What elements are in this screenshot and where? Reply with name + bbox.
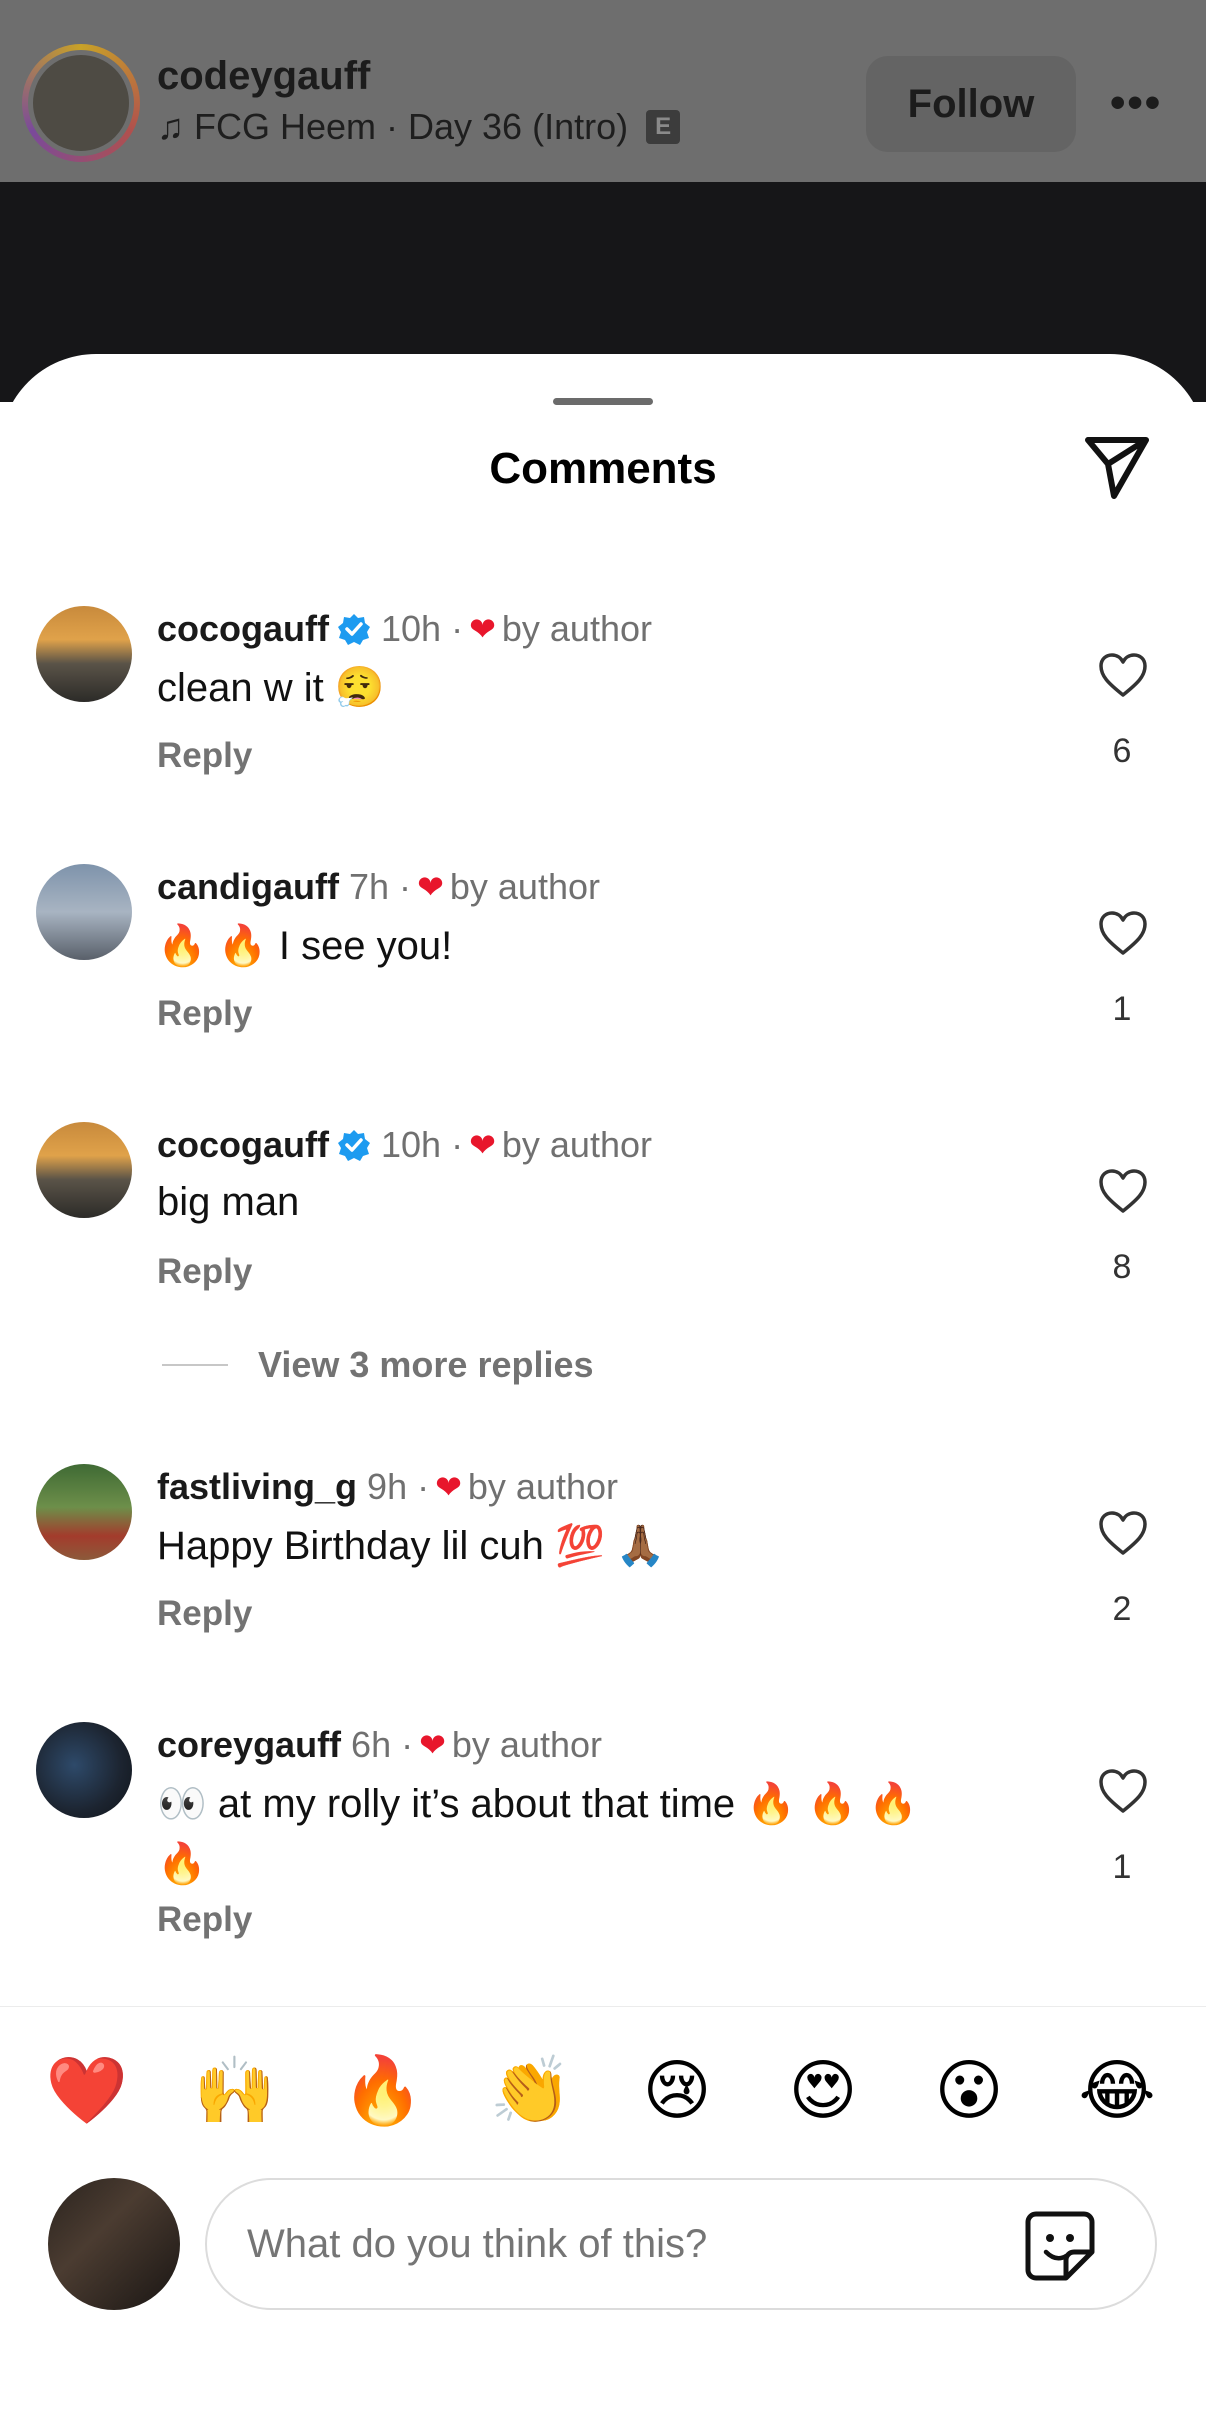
avatar[interactable] xyxy=(36,864,132,960)
like-count: 8 xyxy=(1112,1248,1132,1286)
comment-time: 10h · xyxy=(381,608,464,649)
song-title: FCG Heem · Day 36 (Intro) xyxy=(194,106,629,147)
comment-time: 7h · xyxy=(349,866,412,907)
share-icon[interactable] xyxy=(1082,434,1152,500)
current-user-avatar xyxy=(48,2178,180,2310)
comment-text: 👀 at my rolly it’s about that time 🔥 🔥 🔥 xyxy=(157,1782,918,1826)
reply-button[interactable]: Reply xyxy=(157,994,252,1034)
verified-badge-icon xyxy=(338,1130,371,1161)
comment-username[interactable]: fastliving_g xyxy=(157,1466,357,1508)
reaction-fire-icon[interactable]: 🔥 xyxy=(338,2050,428,2130)
reaction-heart-icon[interactable]: ❤️ xyxy=(42,2050,132,2130)
liked-by-author-label: by author xyxy=(467,1466,619,1507)
comment-text: Happy Birthday lil cuh 💯 🙏🏾 xyxy=(157,1524,666,1568)
more-options-icon[interactable]: ••• xyxy=(1110,78,1162,128)
comment-header: fastliving_g 9h · ❤ by author xyxy=(157,1466,618,1508)
like-heart-icon[interactable] xyxy=(1098,1168,1148,1214)
reaction-clap-icon[interactable]: 👏 xyxy=(486,2050,576,2130)
reply-button[interactable]: Reply xyxy=(157,1594,252,1634)
author-liked-heart-icon: ❤ xyxy=(469,1127,496,1163)
reply-button[interactable]: Reply xyxy=(157,736,252,776)
comment-header: coreygauff 6h · ❤ by author xyxy=(157,1724,602,1766)
like-count: 2 xyxy=(1112,1590,1132,1628)
author-liked-heart-icon: ❤ xyxy=(419,1727,446,1763)
view-more-replies-button[interactable]: View 3 more replies xyxy=(162,1344,594,1386)
reaction-raised-hands-icon[interactable]: 🙌 xyxy=(190,2050,280,2130)
sticker-icon[interactable] xyxy=(1022,2208,1098,2282)
avatar[interactable] xyxy=(36,1122,132,1218)
comment-username[interactable]: coreygauff xyxy=(157,1724,341,1766)
comment-username[interactable]: candigauff xyxy=(157,866,339,908)
comment-time: 10h · xyxy=(381,1124,464,1165)
comment-username[interactable]: cocogauff xyxy=(157,1124,329,1166)
avatar-image xyxy=(28,50,134,156)
liked-by-author-label: by author xyxy=(451,1724,603,1765)
post-author-username[interactable]: codeygauff xyxy=(157,54,370,99)
author-liked-heart-icon: ❤ xyxy=(469,611,496,647)
comment-text: 🔥 🔥 I see you! xyxy=(157,924,453,968)
view-more-replies-label: View 3 more replies xyxy=(258,1344,594,1385)
comment-text-continued: 🔥 xyxy=(157,1842,207,1886)
verified-badge-icon xyxy=(338,614,371,645)
reaction-surprised-icon[interactable]: 😮 xyxy=(924,2050,1014,2130)
follow-button[interactable]: Follow xyxy=(866,56,1076,152)
composer-divider xyxy=(0,2006,1206,2007)
comment-header: cocogauff 10h · ❤ by author xyxy=(157,1124,652,1166)
like-heart-icon[interactable] xyxy=(1098,1768,1148,1814)
post-song-info[interactable]: ♫ FCG Heem · Day 36 (Intro) E xyxy=(157,106,681,148)
thread-line xyxy=(162,1364,228,1366)
avatar[interactable] xyxy=(36,1464,132,1560)
reply-button[interactable]: Reply xyxy=(157,1252,252,1292)
author-liked-heart-icon: ❤ xyxy=(417,869,444,905)
comment-username[interactable]: cocogauff xyxy=(157,608,329,650)
like-heart-icon[interactable] xyxy=(1098,652,1148,698)
comment-header: cocogauff 10h · ❤ by author xyxy=(157,608,652,650)
like-count: 1 xyxy=(1112,1848,1132,1886)
like-count: 6 xyxy=(1112,732,1132,770)
quick-reaction-bar: ❤️ 🙌 🔥 👏 😢 😍 😮 😂 xyxy=(0,2050,1206,2130)
comment-text: big man xyxy=(157,1180,300,1224)
reaction-laughing-icon[interactable]: 😂 xyxy=(1072,2050,1162,2130)
author-liked-heart-icon: ❤ xyxy=(435,1469,462,1505)
reaction-heart-eyes-icon[interactable]: 😍 xyxy=(778,2050,868,2130)
sheet-grabber[interactable] xyxy=(553,398,653,405)
comment-header: candigauff 7h · ❤ by author xyxy=(157,866,600,908)
explicit-badge: E xyxy=(646,110,681,144)
avatar[interactable] xyxy=(36,1722,132,1818)
comment-time: 9h · xyxy=(367,1466,430,1507)
comment-time: 6h · xyxy=(351,1724,414,1765)
avatar[interactable] xyxy=(36,606,132,702)
comment-text: clean w it 😮‍💨 xyxy=(157,666,385,710)
music-note-icon: ♫ xyxy=(157,106,184,147)
sheet-title: Comments xyxy=(489,444,717,493)
like-heart-icon[interactable] xyxy=(1098,1510,1148,1556)
like-count: 1 xyxy=(1112,990,1132,1028)
liked-by-author-label: by author xyxy=(501,1124,652,1165)
post-author-avatar[interactable] xyxy=(22,44,140,162)
like-heart-icon[interactable] xyxy=(1098,910,1148,956)
reply-button[interactable]: Reply xyxy=(157,1900,252,1940)
comment-input[interactable] xyxy=(205,2178,1157,2310)
liked-by-author-label: by author xyxy=(501,608,652,649)
reaction-crying-icon[interactable]: 😢 xyxy=(632,2050,722,2130)
liked-by-author-label: by author xyxy=(449,866,600,907)
